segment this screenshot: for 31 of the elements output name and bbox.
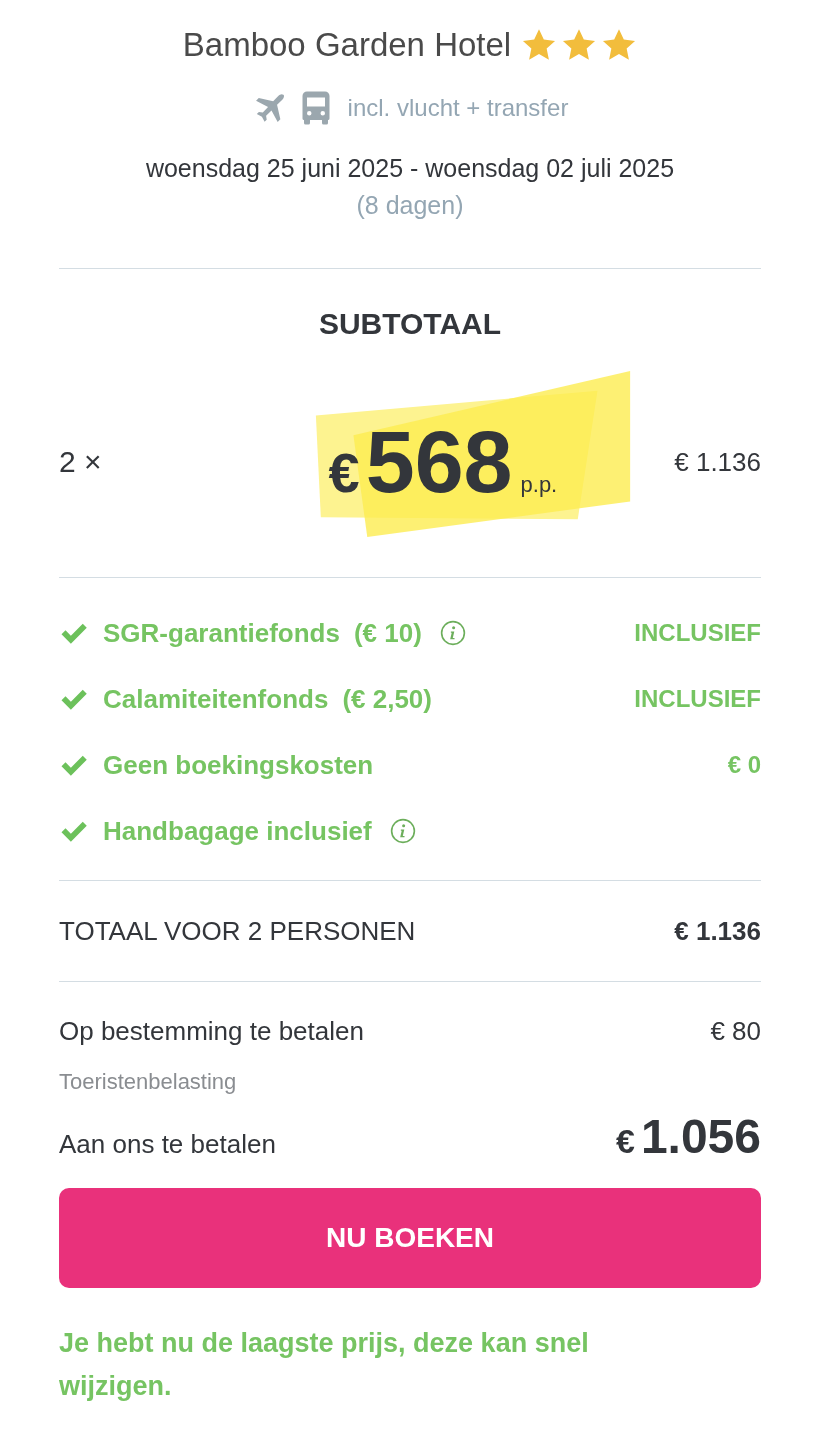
info-icon[interactable] [439, 620, 466, 646]
destination-label: Op bestemming te betalen [59, 1016, 364, 1047]
traveller-count: 2 × [59, 445, 102, 479]
price-per-person: 568 [365, 411, 513, 513]
per-person-label: p.p. [520, 472, 558, 498]
total-amount: € 1.136 [674, 915, 761, 947]
item-value: INCLUSIEF [634, 619, 761, 647]
date-range: woensdag 25 juni 2025 - woensdag 02 juli 2025 [145, 154, 675, 183]
trip-duration: (8 dagen) [356, 191, 464, 220]
tax-note: Toeristenbelasting [59, 1069, 238, 1095]
item-label: Handbagage inclusief [103, 815, 372, 847]
item-label: Calamiteitenfonds [103, 683, 329, 715]
item-value: € 0 [727, 751, 761, 779]
travel-info: incl. vlucht + transfer [347, 94, 569, 122]
price-notice: Je hebt nu de laagste prijs, deze kan snel wijzigen. [59, 1327, 590, 1404]
hotel-name: Bamboo Garden Hotel [182, 26, 512, 64]
pay-currency: € [615, 1122, 635, 1160]
currency-symbol: € [328, 440, 360, 505]
item-label: SGR-garantiefonds [103, 617, 340, 649]
item-value: INCLUSIEF [634, 685, 761, 713]
book-button[interactable]: NU BOEKEN [59, 1188, 761, 1288]
info-icon[interactable] [389, 818, 416, 844]
pay-label: Aan ons te betalen [59, 1129, 276, 1160]
item-amount: (€ 2,50) [342, 683, 432, 715]
destination-amount: € 80 [710, 1016, 761, 1047]
pay-amount: 1.056 [640, 1110, 761, 1163]
subtotal-heading: SUBTOTAAL [317, 307, 503, 341]
subtotal-amount: € 1.136 [674, 446, 761, 478]
item-amount: (€ 10) [353, 617, 422, 649]
item-label: Geen boekingskosten [103, 749, 374, 781]
total-label: TOTAAL VOOR 2 PERSONEN [59, 915, 416, 947]
